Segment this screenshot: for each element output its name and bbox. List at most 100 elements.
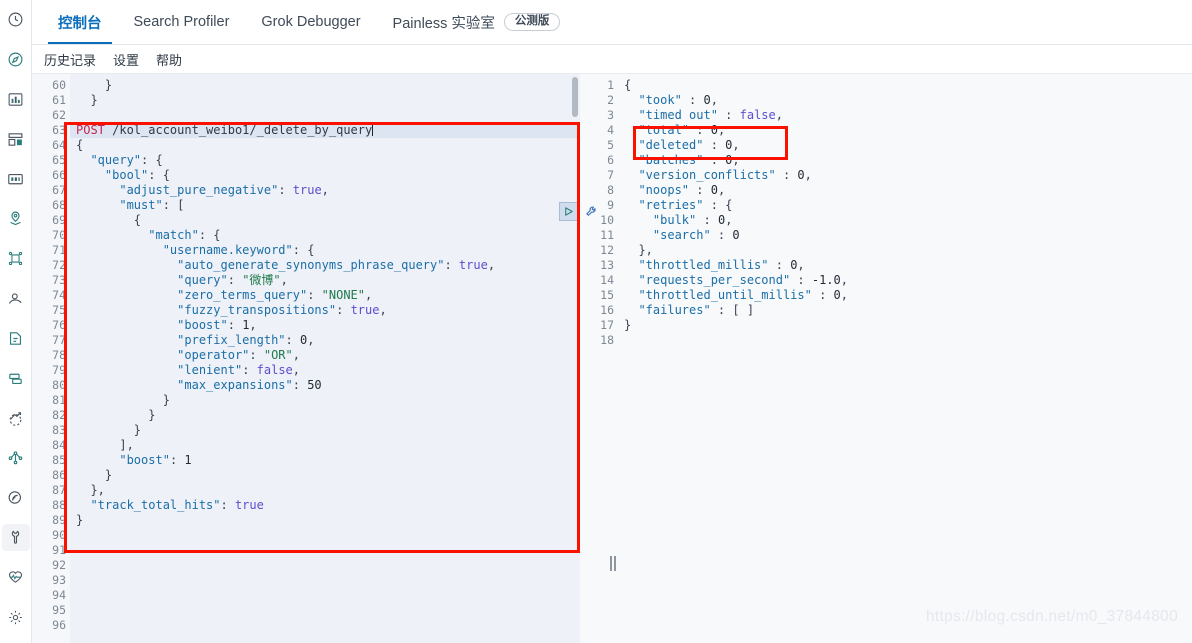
code-line[interactable]: "throttled_until_millis" : 0, <box>618 288 1192 303</box>
code-line[interactable]: } <box>70 93 580 108</box>
sidebar-item-canvas[interactable] <box>2 165 30 193</box>
code-line[interactable]: "deleted" : 0, <box>618 138 1192 153</box>
code-line[interactable]: "query": "微博", <box>70 273 580 288</box>
code-line[interactable]: "boost": 1 <box>70 453 580 468</box>
code-line[interactable]: } <box>70 78 580 93</box>
submenu-item-help[interactable]: 帮助 <box>156 50 182 69</box>
request-editor[interactable]: } } POST /kol_account_weibo1/_delete_by_q… <box>70 74 580 643</box>
code-line[interactable]: "prefix_length": 0, <box>70 333 580 348</box>
tab-search-profiler[interactable]: Search Profiler <box>118 0 246 44</box>
sidebar-item-machine-learning[interactable] <box>2 245 30 273</box>
code-line[interactable]: "query": { <box>70 153 580 168</box>
sidebar-item-infrastructure[interactable] <box>2 285 30 313</box>
code-line[interactable]: "lenient": false, <box>70 363 580 378</box>
code-line[interactable]: } <box>70 408 580 423</box>
request-editor-pane[interactable]: 60▴61▴626364▾65▾66▾6768▾69▾70▾71▾7273747… <box>32 74 580 643</box>
code-token: : <box>703 138 726 152</box>
line-number: 65▾ <box>32 153 75 168</box>
code-line[interactable]: }, <box>70 483 580 498</box>
sidebar-item-apm[interactable] <box>2 364 30 392</box>
code-line[interactable]: "operator": "OR", <box>70 348 580 363</box>
code-line[interactable]: } <box>70 423 580 438</box>
code-line[interactable]: "max_expansions": 50 <box>70 378 580 393</box>
code-line[interactable]: "version_conflicts" : 0, <box>618 168 1192 183</box>
tab-console[interactable]: 控制台 <box>42 0 118 44</box>
code-line[interactable]: "track_total_hits": true <box>70 498 580 513</box>
line-number: 61▴ <box>32 93 75 108</box>
code-line[interactable]: "search" : 0 <box>618 228 1192 243</box>
code-line[interactable]: "retries" : { <box>618 198 1192 213</box>
tab-painless-lab[interactable]: Painless 实验室 公测版 <box>377 0 577 44</box>
code-line[interactable]: "adjust_pure_negative": true, <box>70 183 580 198</box>
sidebar-item-visualize[interactable] <box>2 86 30 114</box>
line-number: 8 <box>607 183 614 197</box>
code-line[interactable]: "fuzzy_transpositions": true, <box>70 303 580 318</box>
sidebar-item-recently-viewed[interactable] <box>2 6 30 34</box>
code-line[interactable]: "total" : 0, <box>618 123 1192 138</box>
code-token: , <box>732 153 740 167</box>
code-line[interactable] <box>70 618 580 633</box>
code-line[interactable]: }, <box>618 243 1192 258</box>
code-line[interactable]: "username.keyword": { <box>70 243 580 258</box>
sidebar-item-management[interactable] <box>2 603 30 631</box>
request-scrollbar-thumb[interactable] <box>572 77 578 117</box>
send-request-button[interactable] <box>559 202 578 221</box>
code-line[interactable]: "throttled_millis" : 0, <box>618 258 1192 273</box>
code-line[interactable]: "noops" : 0, <box>618 183 1192 198</box>
response-viewer[interactable]: { "took" : 0, "timed out" : false, "tota… <box>618 74 1192 643</box>
code-line[interactable]: "bool": { <box>70 168 580 183</box>
sidebar-item-uptime[interactable] <box>2 404 30 432</box>
code-line[interactable] <box>70 558 580 573</box>
code-line[interactable]: "auto_generate_synonyms_phrase_query": t… <box>70 258 580 273</box>
code-token: "auto_generate_synonyms_phrase_query" <box>177 258 445 272</box>
tab-grok-debugger[interactable]: Grok Debugger <box>245 0 376 44</box>
code-line[interactable] <box>70 588 580 603</box>
code-line[interactable]: "match": { <box>70 228 580 243</box>
code-line[interactable]: "boost": 1, <box>70 318 580 333</box>
code-line[interactable]: "bulk" : 0, <box>618 213 1192 228</box>
code-line[interactable]: "took" : 0, <box>618 93 1192 108</box>
code-token: , <box>292 363 300 377</box>
sidebar-item-maps[interactable] <box>2 205 30 233</box>
code-token: : <box>307 288 322 302</box>
pane-resize-handle[interactable] <box>609 555 617 572</box>
sidebar-item-dev-tools[interactable] <box>1 523 30 552</box>
code-line[interactable] <box>70 573 580 588</box>
sidebar-item-discover[interactable] <box>2 46 30 74</box>
code-line[interactable]: } <box>70 393 580 408</box>
code-line[interactable] <box>70 528 580 543</box>
code-line[interactable]: { <box>70 213 580 228</box>
code-line[interactable]: "failures" : [ ] <box>618 303 1192 318</box>
sidebar-item-siem[interactable] <box>2 444 30 472</box>
code-line[interactable]: "batches" : 0, <box>618 153 1192 168</box>
request-options-button[interactable] <box>582 203 600 221</box>
code-line[interactable]: "must": [ <box>70 198 580 213</box>
code-token: : <box>710 228 733 242</box>
code-line[interactable]: { <box>70 138 580 153</box>
code-line[interactable]: ], <box>70 438 580 453</box>
submenu-item-settings[interactable]: 设置 <box>113 50 139 69</box>
request-scrollbar[interactable] <box>570 74 580 643</box>
code-token: : <box>169 453 185 467</box>
sidebar-item-graph[interactable] <box>2 484 30 512</box>
code-line[interactable]: "timed out" : false, <box>618 108 1192 123</box>
code-line[interactable]: } <box>618 318 1192 333</box>
code-line[interactable]: } <box>70 513 580 528</box>
sidebar-item-logs[interactable] <box>2 325 30 353</box>
sidebar-item-dashboard[interactable] <box>2 125 30 153</box>
response-pane[interactable]: 1▾23456789▾101112▴1314151617▴18 { "took"… <box>580 74 1192 643</box>
request-url-line[interactable]: POST /kol_account_weibo1/_delete_by_quer… <box>70 123 580 138</box>
code-line[interactable] <box>70 603 580 618</box>
code-line[interactable]: } <box>70 468 580 483</box>
code-token: "bool" <box>104 168 149 182</box>
submenu-item-history[interactable]: 历史记录 <box>44 50 96 69</box>
code-line[interactable]: { <box>618 78 1192 93</box>
code-line[interactable] <box>70 108 580 123</box>
code-line[interactable]: "requests_per_second" : -1.0, <box>618 273 1192 288</box>
code-line[interactable] <box>618 333 1192 348</box>
sidebar-item-monitoring[interactable] <box>2 563 30 591</box>
code-line[interactable] <box>70 543 580 558</box>
code-token: : <box>278 183 293 197</box>
code-line[interactable]: "zero_terms_query": "NONE", <box>70 288 580 303</box>
